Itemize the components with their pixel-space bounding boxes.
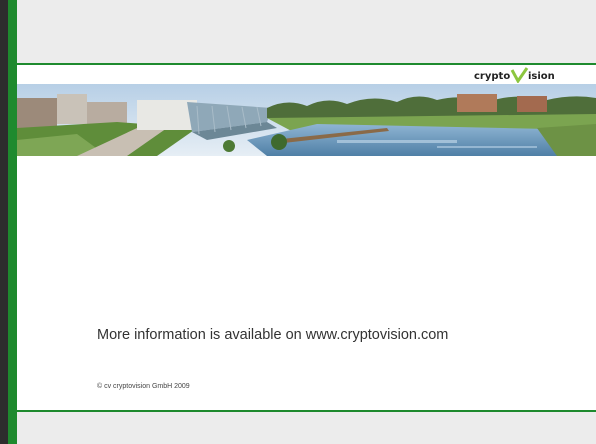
- info-text: More information is available on www.cry…: [97, 327, 449, 343]
- copyright-text: © cv cryptovision GmbH 2009: [97, 383, 190, 390]
- campus-panorama-photo: [17, 84, 596, 156]
- logo-mark: crypto ision: [474, 67, 555, 83]
- logo-text-right: ision: [528, 71, 555, 82]
- cryptovision-logo: crypto ision: [474, 66, 556, 84]
- header-band: [17, 0, 596, 63]
- footer-band: [17, 412, 596, 444]
- slide: crypto ision More information is availab…: [0, 0, 596, 444]
- v-checkmark-icon: [510, 67, 529, 83]
- header-divider: [17, 63, 596, 65]
- left-accent-bar: [8, 0, 17, 444]
- logo-text-left: crypto: [474, 71, 510, 82]
- left-edge-strip: [0, 0, 8, 444]
